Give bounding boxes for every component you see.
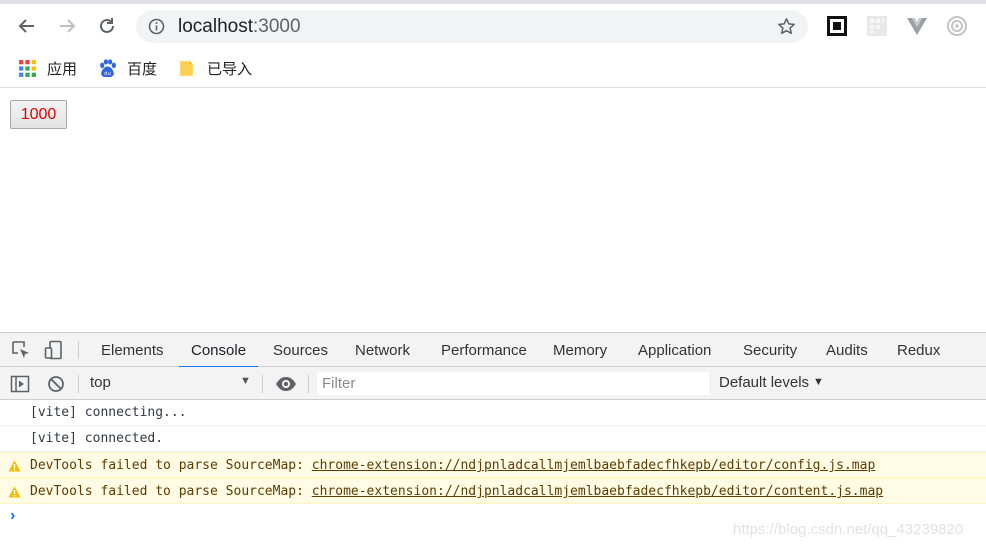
- message-text: [vite] connecting...: [30, 405, 187, 420]
- tab-elements[interactable]: Elements: [101, 333, 164, 367]
- tab-sources[interactable]: Sources: [273, 333, 328, 367]
- bookmark-apps[interactable]: 应用: [18, 58, 77, 78]
- url-port: :3000: [253, 16, 301, 37]
- bookmark-imported-folder[interactable]: 已导入: [178, 58, 252, 78]
- warning-icon: [8, 486, 21, 498]
- tab-label: Sources: [273, 342, 329, 359]
- live-expression-eye-icon[interactable]: [275, 374, 297, 394]
- tab-performance[interactable]: Performance: [441, 333, 527, 367]
- reload-button[interactable]: [93, 12, 121, 40]
- address-bar[interactable]: localhost:3000: [136, 10, 808, 43]
- bookmark-label: 百度: [127, 60, 158, 78]
- arrow-left-icon: [18, 19, 34, 33]
- tab-application[interactable]: Application: [638, 333, 711, 367]
- filter-input[interactable]: [318, 373, 708, 394]
- tab-label: Network: [355, 342, 411, 359]
- vue-devtools-icon[interactable]: [906, 15, 928, 37]
- warning-icon: [8, 460, 21, 472]
- watermark: https://blog.csdn.net/qq_43239820: [733, 521, 964, 538]
- grid-extension-icon[interactable]: [866, 15, 888, 37]
- sourcemap-link[interactable]: chrome-extension://ndjpnladcallmjemlbaeb…: [312, 484, 883, 499]
- bookmarks-bar: 应用 du 百度 已导入: [0, 48, 986, 88]
- tab-security[interactable]: Security: [743, 333, 797, 367]
- tab-label: Elements: [101, 342, 164, 359]
- tab-redux[interactable]: Redux: [897, 333, 940, 367]
- target-extension-icon[interactable]: [946, 15, 968, 37]
- bookmark-star-icon[interactable]: [777, 17, 796, 36]
- bookmark-label: 应用: [47, 60, 78, 78]
- prompt-chevron-icon: ›: [10, 507, 16, 524]
- forward-button[interactable]: [53, 12, 81, 40]
- toolbar-divider: [262, 375, 263, 393]
- console-message-warning: DevTools failed to parse SourceMap: chro…: [0, 478, 986, 504]
- context-selector[interactable]: top: [90, 374, 111, 391]
- toolbar-divider: [308, 375, 309, 393]
- url-host: localhost: [178, 16, 253, 37]
- message-text: DevTools failed to parse SourceMap:: [30, 458, 312, 473]
- tab-label: Redux: [897, 342, 941, 359]
- sourcemap-link[interactable]: chrome-extension://ndjpnladcallmjemlbaeb…: [312, 458, 876, 473]
- tab-label: Performance: [441, 342, 527, 359]
- inspect-element-icon[interactable]: [11, 340, 31, 360]
- info-icon[interactable]: [148, 18, 165, 35]
- message-text: [vite] connected.: [30, 431, 164, 446]
- folder-icon: [180, 60, 193, 76]
- tab-audits[interactable]: Audits: [826, 333, 868, 367]
- baidu-paw-icon: du: [100, 58, 116, 77]
- console-messages: [vite] connecting... [vite] connected. D…: [0, 400, 986, 528]
- svg-text:du: du: [104, 70, 111, 76]
- tab-network[interactable]: Network: [355, 333, 410, 367]
- bookmark-label: 已导入: [207, 60, 253, 78]
- arrow-right-icon: [60, 19, 76, 33]
- device-toolbar-icon[interactable]: [44, 340, 64, 360]
- reload-icon: [100, 18, 114, 33]
- bookmark-baidu[interactable]: du 百度: [98, 58, 157, 78]
- log-levels-label: Default levels: [719, 374, 810, 391]
- qr-extension-icon[interactable]: [826, 15, 848, 37]
- message-text: DevTools failed to parse SourceMap:: [30, 484, 312, 499]
- toolbar-divider: [78, 375, 79, 393]
- console-message-log: [vite] connected.: [0, 426, 986, 452]
- toolbar-divider: [78, 341, 79, 359]
- tab-label: Audits: [826, 342, 868, 359]
- devtools-tabbar: Elements Console Sources Network Perform…: [0, 333, 986, 368]
- console-message-log: [vite] connecting...: [0, 400, 986, 426]
- clear-console-icon[interactable]: [46, 374, 66, 394]
- console-toolbar: top ▼ Default levels▼: [0, 367, 986, 400]
- apps-grid-icon: [19, 59, 36, 77]
- tab-console[interactable]: Console: [179, 333, 259, 368]
- tab-label: Console: [191, 342, 247, 359]
- chevron-down-icon: ▼: [813, 376, 824, 388]
- tab-memory[interactable]: Memory: [553, 333, 607, 367]
- context-dropdown-arrow-icon[interactable]: ▼: [240, 375, 251, 387]
- browser-toolbar: localhost:3000: [0, 4, 986, 48]
- url-text[interactable]: localhost:3000: [178, 16, 301, 38]
- filter-field[interactable]: [317, 372, 709, 395]
- back-button[interactable]: [13, 12, 41, 40]
- page-content: 1000: [0, 89, 986, 332]
- devtools-panel: Elements Console Sources Network Perform…: [0, 332, 986, 549]
- tab-label: Application: [638, 342, 712, 359]
- sidebar-toggle-icon[interactable]: [10, 374, 30, 394]
- counter-button[interactable]: 1000: [10, 100, 67, 129]
- tab-label: Security: [743, 342, 798, 359]
- tab-label: Memory: [553, 342, 608, 359]
- log-levels-dropdown[interactable]: Default levels ▼: [719, 374, 824, 391]
- console-message-warning: DevTools failed to parse SourceMap: chro…: [0, 452, 986, 478]
